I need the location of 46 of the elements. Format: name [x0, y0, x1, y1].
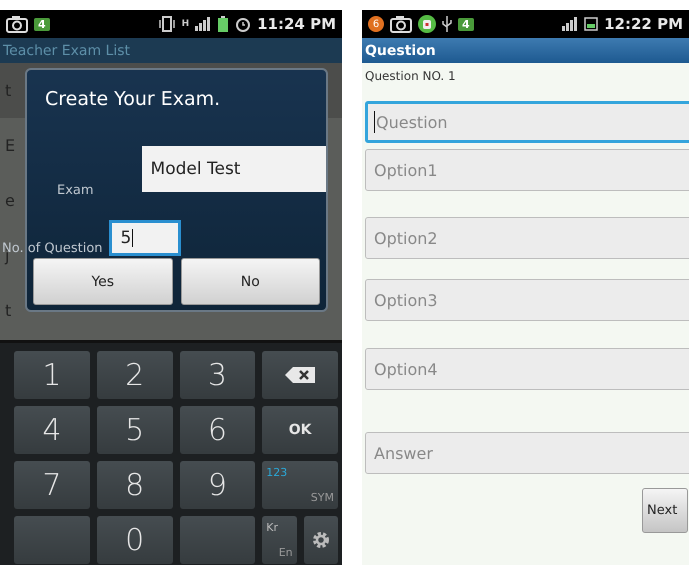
- status-badge: 4: [458, 18, 474, 30]
- vibrate-icon: [158, 16, 176, 32]
- network-type: H: [182, 19, 190, 29]
- camera-icon: [6, 15, 28, 33]
- dialog-button[interactable]: No: [180, 258, 320, 305]
- list-item-text: E: [5, 136, 16, 155]
- android-icon: [418, 15, 436, 33]
- field-label: Exam: [57, 183, 94, 198]
- signal-icon: [195, 17, 212, 31]
- settings-key[interactable]: [304, 516, 338, 564]
- alarm-icon: [235, 16, 252, 32]
- input-field[interactable]: Model Test: [142, 146, 326, 192]
- key[interactable]: 5: [96, 406, 172, 454]
- key[interactable]: 7: [14, 461, 90, 509]
- notification-count: 6: [368, 16, 384, 32]
- status-time: 11:24 PM: [257, 15, 336, 33]
- key[interactable]: 2: [96, 351, 172, 399]
- language-key[interactable]: Kr En: [262, 516, 297, 564]
- key[interactable]: 8: [96, 461, 172, 509]
- status-time: 12:22 PM: [604, 15, 683, 33]
- list-item-text: e: [5, 191, 15, 210]
- key[interactable]: 9: [180, 461, 256, 509]
- status-badge: 4: [34, 18, 50, 30]
- key[interactable]: 4: [14, 406, 90, 454]
- signal-icon: [562, 17, 578, 31]
- backspace-key[interactable]: [262, 351, 338, 399]
- battery-icon: [217, 16, 230, 32]
- battery-icon: [584, 17, 598, 31]
- app-title: Question: [365, 42, 436, 58]
- ok-key[interactable]: OK: [262, 406, 338, 454]
- settings-icon: [312, 531, 330, 549]
- key[interactable]: 3: [180, 351, 256, 399]
- symbol-key[interactable]: 123 SYM: [262, 461, 338, 509]
- next-button[interactable]: Next: [642, 488, 688, 533]
- list-item-text: t: [5, 301, 12, 320]
- camera-icon: [390, 15, 412, 33]
- dialog-button[interactable]: Yes: [33, 258, 172, 305]
- app-title: Teacher Exam List: [3, 42, 130, 58]
- usb-icon: [442, 16, 452, 32]
- backspace-icon: [285, 367, 316, 383]
- key[interactable]: 0: [96, 516, 172, 564]
- key[interactable]: 6: [180, 406, 256, 454]
- key[interactable]: 1: [14, 351, 90, 399]
- dialog-title: Create Your Exam.: [44, 87, 222, 112]
- question-number: Question NO. 1: [364, 68, 457, 85]
- input-field[interactable]: 5: [108, 220, 181, 256]
